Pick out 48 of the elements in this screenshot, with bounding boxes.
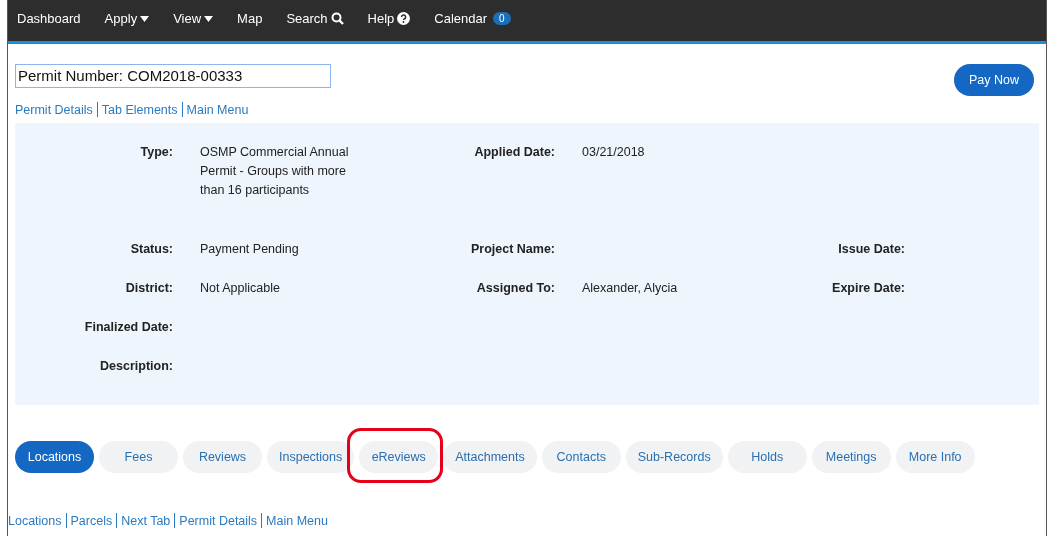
tab[interactable]: Attachments	[443, 441, 537, 473]
nav-link[interactable]: Search	[286, 0, 344, 26]
field-value: 03/21/2018	[582, 145, 645, 159]
field-label: Status:	[130, 242, 173, 256]
pay-now-button[interactable]: Pay Now	[953, 64, 1034, 96]
nav-link[interactable]: Map	[237, 0, 263, 26]
help-icon	[397, 12, 411, 25]
nav-link[interactable]: Next Tab	[121, 513, 171, 528]
search-icon	[330, 12, 344, 25]
field-label: Applied Date:	[474, 145, 555, 159]
field-label: Project Name:	[470, 242, 555, 256]
nav-link[interactable]: Apply	[104, 0, 150, 26]
nav-link[interactable]: Parcels	[70, 513, 113, 528]
caret-icon	[204, 15, 214, 22]
field-value: Payment Pending	[200, 242, 299, 256]
field-label: Issue Date:	[838, 242, 905, 256]
permit-number-field: Permit Number: COM2018-00333	[15, 64, 331, 88]
tab[interactable]: Reviews	[183, 441, 262, 473]
field-value: Not Applicable	[200, 281, 280, 295]
tab[interactable]: Holds	[727, 441, 807, 473]
nav-link[interactable]: Calendar 0	[434, 0, 511, 26]
field-label: Expire Date:	[832, 281, 905, 295]
nav-link[interactable]: Main Menu	[186, 102, 249, 117]
nav-link[interactable]: Tab Elements	[101, 102, 178, 117]
caret-icon	[140, 15, 150, 22]
tab[interactable]: More Info	[895, 441, 975, 473]
nav-link[interactable]: Main Menu	[266, 513, 328, 528]
field-label: Type:	[140, 145, 173, 159]
field-label: District:	[125, 281, 173, 295]
tab[interactable]: eReviews	[359, 441, 439, 473]
nav-link[interactable]: Locations	[8, 513, 62, 528]
field-value: OSMP Commercial Annual Permit - Groups with more than 16 participants	[200, 145, 349, 197]
tab[interactable]: Inspections	[267, 441, 355, 473]
tab[interactable]: Sub-Records	[625, 441, 723, 473]
field-label: Finalized Date:	[84, 320, 173, 334]
field-label: Assigned To:	[476, 281, 555, 295]
nav-link[interactable]: Help	[367, 0, 411, 26]
nav-link[interactable]: Dashboard	[17, 0, 81, 26]
nav-link[interactable]: Permit Details	[179, 513, 258, 528]
tab[interactable]: Fees	[99, 441, 178, 473]
nav-link[interactable]: Permit Details	[15, 102, 93, 117]
tab[interactable]: Contacts	[541, 441, 621, 473]
count-badge: 0	[493, 12, 511, 25]
nav-link[interactable]: View	[173, 0, 214, 26]
field-value: Alexander, Alycia	[582, 281, 678, 295]
tab[interactable]: Meetings	[811, 441, 891, 473]
field-label: Description:	[100, 359, 173, 373]
tab[interactable]: Locations	[15, 441, 94, 473]
